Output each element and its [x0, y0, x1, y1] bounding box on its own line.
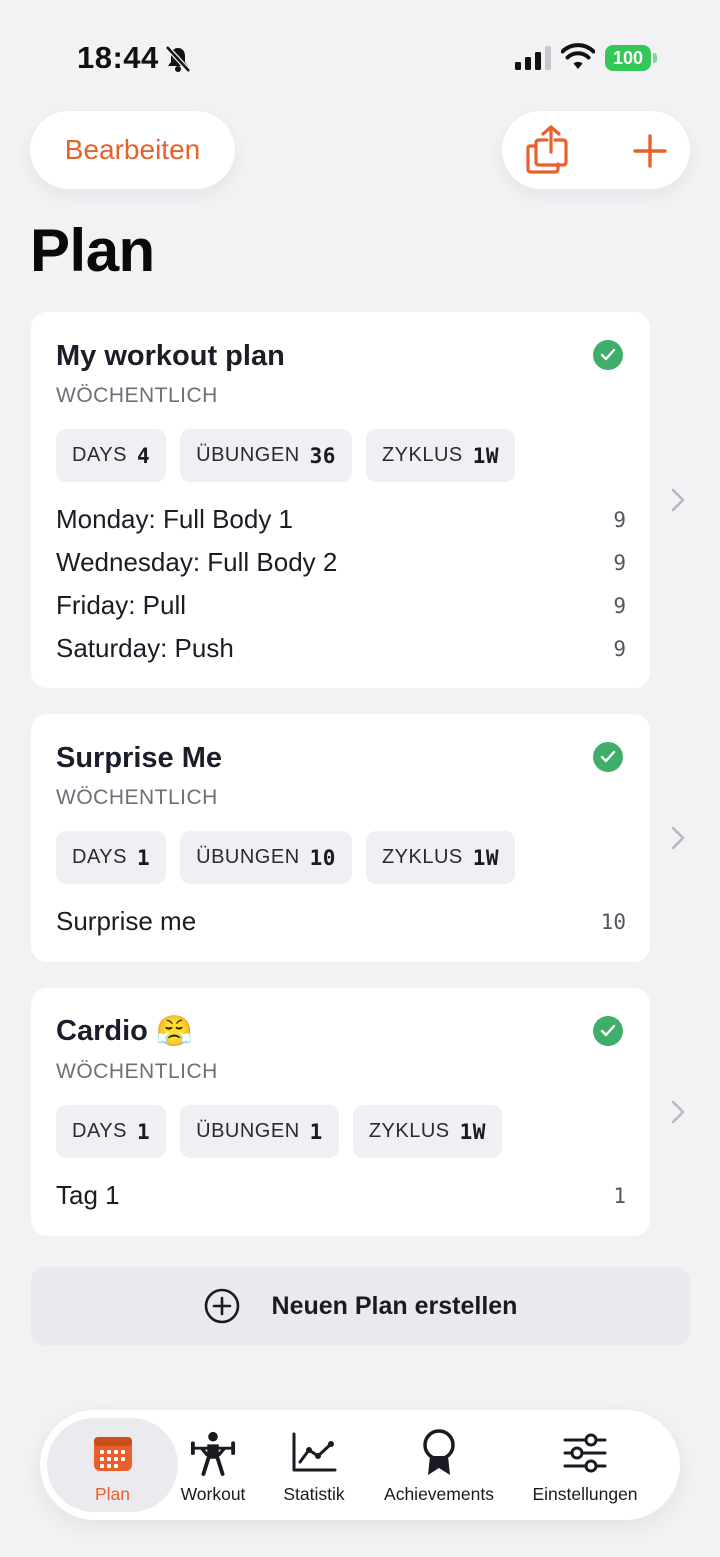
- tab-achievements[interactable]: Achievements: [374, 1418, 504, 1512]
- create-plan-button[interactable]: Neuen Plan erstellen: [31, 1267, 690, 1345]
- page-title: Plan: [30, 217, 155, 284]
- stat-chip-exercises: ÜBUNGEN 10: [180, 831, 352, 884]
- plan-title: Cardio 😤: [56, 1015, 194, 1048]
- chart-line-icon: [291, 1430, 337, 1476]
- battery-icon: 100: [605, 45, 657, 71]
- edit-button[interactable]: Bearbeiten: [30, 111, 235, 189]
- chevron-right-icon[interactable]: [670, 1099, 686, 1125]
- stat-chip-exercises: ÜBUNGEN 1: [180, 1105, 339, 1158]
- tab-bar: Plan Workout Statistik Achievements Eins…: [40, 1410, 680, 1520]
- stat-chip-cycle: ZYKLUS 1W: [365, 429, 516, 482]
- battery-level: 100: [605, 45, 651, 71]
- emoji-icon: 😤: [155, 1015, 194, 1048]
- bell-slash-icon: [165, 45, 191, 73]
- plan-frequency: WÖCHENTLICH: [56, 384, 218, 407]
- sliders-icon: [562, 1430, 608, 1476]
- plan-day-row: Surprise me 10: [56, 906, 626, 936]
- add-plan-button[interactable]: [624, 125, 676, 177]
- plan-day-row: Tag 1 1: [56, 1180, 626, 1210]
- checkmark-circle-icon: [593, 340, 623, 370]
- chevron-right-icon[interactable]: [670, 825, 686, 851]
- plan-title: Surprise Me: [56, 742, 222, 774]
- stat-chip-cycle: ZYKLUS 1W: [352, 1105, 502, 1158]
- share-icon: [526, 125, 568, 174]
- award-ribbon-icon: [416, 1429, 462, 1476]
- checkmark-circle-icon: [593, 742, 623, 772]
- create-plan-label: Neuen Plan erstellen: [271, 1291, 518, 1320]
- status-time: 18:44: [77, 40, 159, 75]
- stat-chip-days: DAYS 4: [56, 429, 167, 482]
- plus-icon: [633, 134, 667, 168]
- plan-card[interactable]: Surprise Me WÖCHENTLICH DAYS 1 ÜBUNGEN 1…: [31, 714, 650, 962]
- stat-chip-exercises: ÜBUNGEN 36: [180, 429, 352, 482]
- tab-einstellungen[interactable]: Einstellungen: [520, 1418, 650, 1512]
- checkmark-circle-icon: [593, 1016, 623, 1046]
- plan-day-row: Wednesday: Full Body 2 9: [56, 547, 626, 577]
- tab-workout[interactable]: Workout: [170, 1418, 256, 1512]
- stat-chip-days: DAYS 1: [56, 1105, 167, 1158]
- share-button[interactable]: [520, 123, 576, 179]
- plan-day-row: Friday: Pull 9: [56, 590, 626, 620]
- plan-card[interactable]: My workout plan WÖCHENTLICH DAYS 4 ÜBUNG…: [31, 312, 650, 688]
- tab-statistik[interactable]: Statistik: [268, 1418, 360, 1512]
- plan-day-row: Saturday: Push 9: [56, 633, 626, 663]
- plan-card[interactable]: Cardio 😤 WÖCHENTLICH DAYS 1 ÜBUNGEN 1 ZY…: [31, 988, 650, 1236]
- plan-title: My workout plan: [56, 340, 285, 372]
- stat-chip-cycle: ZYKLUS 1W: [365, 831, 516, 884]
- tab-plan[interactable]: Plan: [47, 1418, 178, 1512]
- weightlifter-icon: [190, 1430, 236, 1476]
- plan-frequency: WÖCHENTLICH: [56, 786, 218, 809]
- plan-frequency: WÖCHENTLICH: [56, 1060, 218, 1083]
- stat-chip-days: DAYS 1: [56, 831, 167, 884]
- calendar-icon: [90, 1430, 136, 1476]
- cellular-signal-icon: [515, 46, 551, 70]
- status-bar: 18:44 100: [0, 0, 720, 110]
- chevron-right-icon[interactable]: [670, 487, 686, 513]
- wifi-icon: [561, 43, 595, 69]
- plan-day-row: Monday: Full Body 1 9: [56, 504, 626, 534]
- header-actions: [502, 111, 690, 189]
- plus-circle-icon: [204, 1288, 239, 1324]
